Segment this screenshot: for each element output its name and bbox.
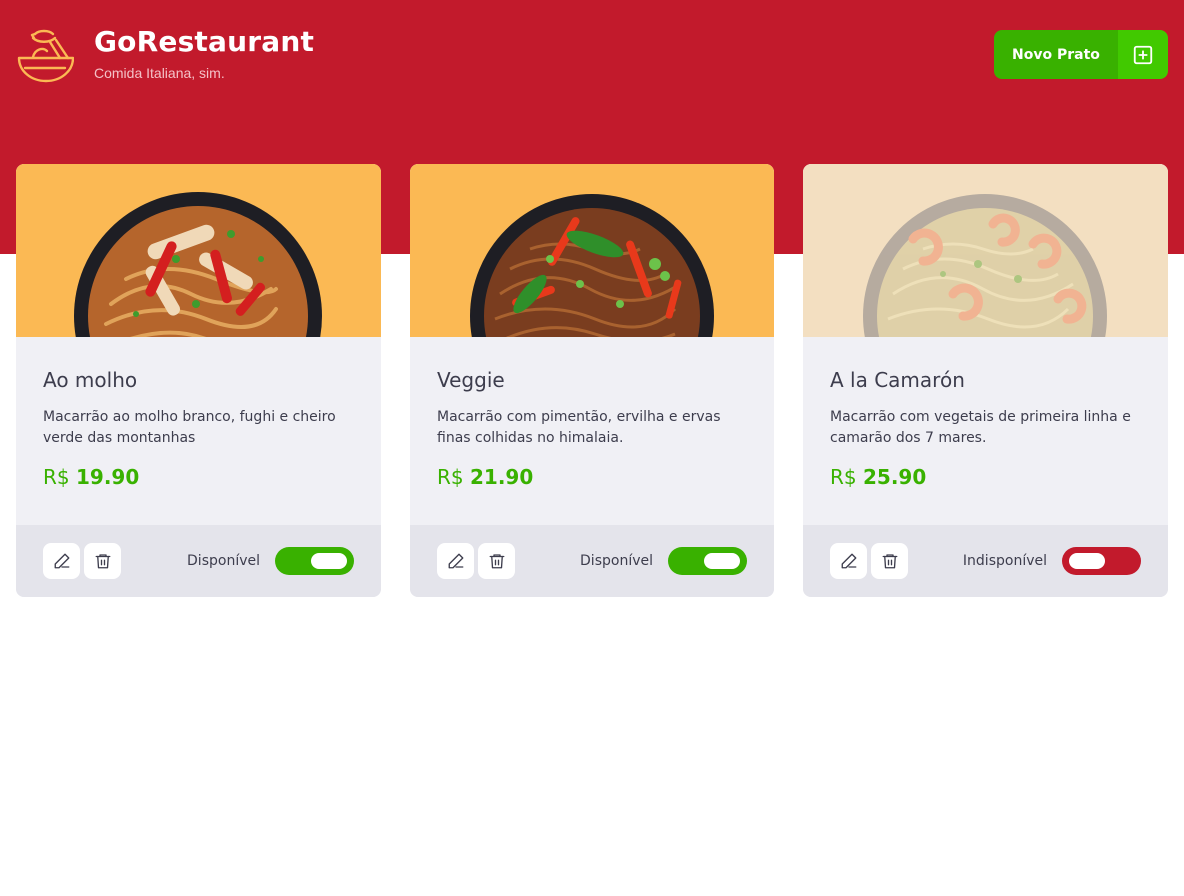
toggle-knob <box>1069 553 1105 569</box>
dish-card: A la Camarón Macarrão com vegetais de pr… <box>803 164 1168 597</box>
app-title: GoRestaurant <box>94 25 315 58</box>
dish-name: Veggie <box>437 368 505 392</box>
dish-card-footer: Indisponível <box>803 525 1168 597</box>
dish-image <box>16 164 381 337</box>
price-value: 21.90 <box>469 465 534 489</box>
dish-name: A la Camarón <box>830 368 965 392</box>
dish-name: Ao molho <box>43 368 138 392</box>
dish-card-footer: Disponível <box>410 525 774 597</box>
dish-description: Macarrão ao molho branco, fughi e cheiro… <box>43 409 336 446</box>
dish-image <box>803 164 1168 337</box>
price-value: 25.90 <box>862 465 927 489</box>
price-currency: R$ <box>437 465 464 489</box>
price-currency: R$ <box>830 465 857 489</box>
dish-image <box>410 164 774 337</box>
pencil-icon <box>54 553 69 569</box>
availability-toggle[interactable] <box>668 547 747 575</box>
pencil-icon <box>448 553 463 569</box>
toggle-knob <box>704 553 740 569</box>
dish-description: Macarrão com pimentão, ervilha e ervas f… <box>437 409 721 446</box>
delete-dish-button[interactable] <box>84 543 121 579</box>
dish-price: R$ 25.90 <box>830 464 1141 490</box>
availability-label: Indisponível <box>962 553 1047 569</box>
dish-card: Veggie Macarrão com pimentão, ervilha e … <box>410 164 774 597</box>
new-dish-button-label: Novo Prato <box>994 30 1118 79</box>
dish-card: Ao molho Macarrão ao molho branco, fughi… <box>16 164 381 597</box>
dish-price: R$ 19.90 <box>43 464 354 490</box>
dish-description: Macarrão com vegetais de primeira linha … <box>830 409 1131 446</box>
trash-icon <box>882 554 897 569</box>
dish-card-footer: Disponível <box>16 525 381 597</box>
app-subtitle: Comida Italiana, sim. <box>94 65 225 81</box>
delete-dish-button[interactable] <box>871 543 908 579</box>
edit-dish-button[interactable] <box>830 543 867 579</box>
edit-dish-button[interactable] <box>437 543 474 579</box>
availability-label: Disponível <box>187 553 260 569</box>
new-dish-button[interactable]: Novo Prato <box>994 30 1168 79</box>
brand: GoRestaurant Comida Italiana, sim. <box>16 26 314 84</box>
availability-toggle[interactable] <box>1062 547 1141 575</box>
toggle-knob <box>311 553 347 569</box>
delete-dish-button[interactable] <box>478 543 515 579</box>
bowl-noodles-icon <box>17 29 74 83</box>
trash-icon <box>95 554 110 569</box>
edit-dish-button[interactable] <box>43 543 80 579</box>
price-currency: R$ <box>43 465 70 489</box>
plus-square-icon <box>1118 30 1168 79</box>
availability-toggle[interactable] <box>275 547 354 575</box>
price-value: 19.90 <box>75 465 140 489</box>
availability-label: Disponível <box>580 553 653 569</box>
dish-price: R$ 21.90 <box>437 464 747 490</box>
pencil-icon <box>841 553 856 569</box>
trash-icon <box>489 554 504 569</box>
